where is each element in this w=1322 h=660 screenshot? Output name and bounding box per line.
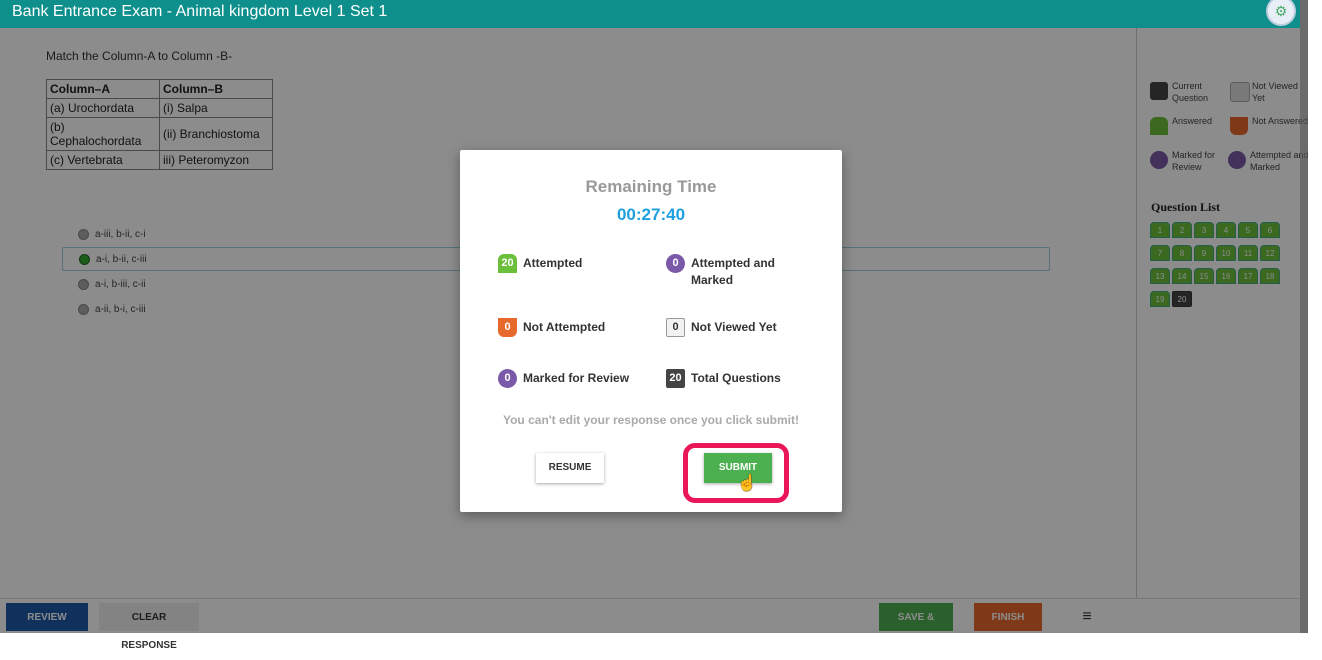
remaining-time-title: Remaining Time xyxy=(585,177,717,196)
marked-count-icon: 0 xyxy=(498,369,517,388)
resume-button[interactable]: RESUME xyxy=(536,453,604,483)
not-viewed-count-icon: 0 xyxy=(666,318,685,337)
header-bar: Bank Entrance Exam - Animal kingdom Leve… xyxy=(0,0,1300,28)
attempted-count-icon: 20 xyxy=(498,254,517,273)
stat-label: Total Questions xyxy=(691,371,781,385)
total-count-icon: 20 xyxy=(666,369,685,388)
page-title: Bank Entrance Exam - Animal kingdom Leve… xyxy=(12,3,388,20)
stat-label: Attempted and Marked xyxy=(691,256,775,287)
stat-label: Attempted xyxy=(523,256,583,270)
gear-icon[interactable]: ⚙ xyxy=(1266,0,1296,26)
submit-highlight xyxy=(683,443,789,503)
stat-label: Not Attempted xyxy=(523,320,606,334)
hand-cursor-icon: ☝ xyxy=(737,475,757,492)
submit-warning: You can't edit your response once you cl… xyxy=(502,413,800,427)
stat-label: Marked for Review xyxy=(523,371,630,385)
attempted-marked-count-icon: 0 xyxy=(666,254,685,273)
not-attempted-count-icon: 0 xyxy=(498,318,517,337)
stat-label: Not Viewed Yet xyxy=(691,320,777,334)
timer-display: 00:27:40 xyxy=(616,205,686,224)
